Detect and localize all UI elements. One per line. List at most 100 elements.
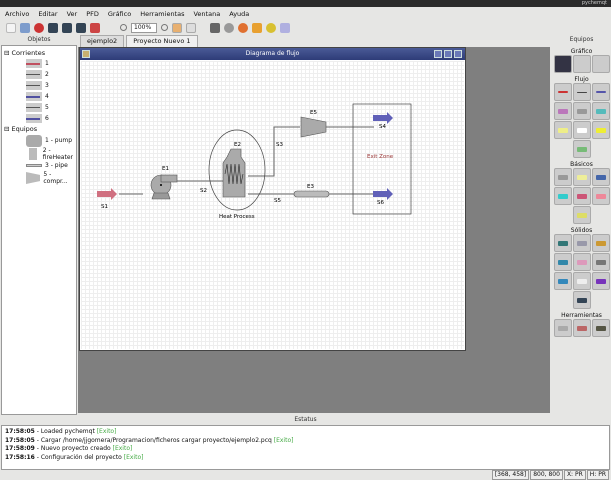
save-all-icon[interactable] <box>76 22 86 33</box>
menu-editar[interactable]: Editar <box>38 10 57 18</box>
crusher-icon[interactable] <box>553 272 572 290</box>
heat-exchanger-icon[interactable] <box>553 168 572 186</box>
menu-ayuda[interactable]: Ayuda <box>229 10 249 18</box>
divider-icon[interactable] <box>553 121 572 139</box>
zoom-input[interactable]: 100% <box>131 22 157 33</box>
fire-icon[interactable] <box>238 22 248 33</box>
tree-group-corrientes[interactable]: ⊟ Corrientes <box>4 48 74 58</box>
toolbar: 100% <box>0 20 611 35</box>
tree-item[interactable]: 3 - pipe <box>4 160 74 171</box>
item-label: 2 <box>45 71 49 78</box>
ellipse-tool-icon[interactable] <box>591 55 610 73</box>
subwindow-titlebar[interactable]: Diagrama de flujo <box>80 48 465 60</box>
heater-icon[interactable] <box>572 168 591 186</box>
pump-tool-icon[interactable] <box>553 187 572 205</box>
tool-cross-icon[interactable] <box>553 319 572 337</box>
cyclone-icon[interactable] <box>553 234 572 252</box>
select-icon[interactable] <box>186 22 196 33</box>
stream-icon <box>26 81 42 90</box>
flow-diagram-window: Diagrama de flujo S1 S2 S3 S4 S5 S6 E1 E… <box>79 47 466 351</box>
section-flujo: Flujo <box>574 76 589 83</box>
menu-pfd[interactable]: PFD <box>86 10 99 18</box>
tree-item[interactable]: 6 <box>4 113 74 124</box>
conveyor-icon[interactable] <box>572 291 591 309</box>
menu-herramientas[interactable]: Herramientas <box>140 10 184 18</box>
save-icon[interactable] <box>48 22 58 33</box>
tab-proyecto-nuevo-1[interactable]: Proyecto Nuevo 1 <box>126 35 198 47</box>
tree-item[interactable]: 1 - pump <box>4 134 74 147</box>
equipment-dock: Equipos Gráfico Flujo Básicos Sólidos He… <box>552 35 611 415</box>
valve-icon[interactable] <box>591 102 610 120</box>
stream-s4-arrow[interactable] <box>373 112 393 124</box>
app-icon <box>82 50 90 58</box>
tab-ejemplo2[interactable]: ejemplo2 <box>80 35 125 47</box>
reactor-icon[interactable] <box>572 206 591 224</box>
exit-icon[interactable] <box>90 22 100 33</box>
fireheater-e2[interactable] <box>222 148 246 198</box>
hopper-icon[interactable] <box>591 234 610 252</box>
stream-s6-arrow[interactable] <box>373 188 393 200</box>
save-as-icon[interactable] <box>62 22 72 33</box>
rectangle-tool-icon[interactable] <box>572 55 591 73</box>
tree-item[interactable]: 1 <box>4 58 74 69</box>
stream-icon[interactable] <box>572 83 591 101</box>
column-icon[interactable] <box>591 168 610 186</box>
sun-icon[interactable] <box>266 22 276 33</box>
pipe-tool-icon[interactable] <box>572 121 591 139</box>
diagram-canvas[interactable]: S1 S2 S3 S4 S5 S6 E1 E2 E3 E5 Heat Proce… <box>81 61 464 349</box>
menu-ventana[interactable]: Ventana <box>193 10 220 18</box>
menu-ver[interactable]: Ver <box>67 10 78 18</box>
open-icon[interactable] <box>20 22 30 33</box>
fit-icon[interactable] <box>172 22 182 33</box>
calculator-icon[interactable] <box>210 22 220 33</box>
zoom-in-icon[interactable] <box>161 24 168 31</box>
mill-icon[interactable] <box>572 272 591 290</box>
input-stream-icon[interactable] <box>553 83 572 101</box>
tree-item[interactable]: 2 <box>4 69 74 80</box>
box-icon[interactable] <box>252 22 262 33</box>
flash-icon[interactable] <box>591 121 610 139</box>
splitter-icon[interactable] <box>572 102 591 120</box>
minimize-button[interactable] <box>434 50 442 58</box>
stream-s3-line[interactable] <box>248 126 300 177</box>
tool-network-icon[interactable] <box>572 319 591 337</box>
heater-icon <box>29 147 37 160</box>
precipitator-icon[interactable] <box>591 272 610 290</box>
menu-archivo[interactable]: Archivo <box>5 10 29 18</box>
stream-s1-arrow[interactable] <box>97 188 117 200</box>
filter-icon[interactable] <box>572 234 591 252</box>
dryer-icon[interactable] <box>591 253 610 271</box>
compressor-e5[interactable] <box>300 116 327 138</box>
tool-camera-icon[interactable] <box>591 319 610 337</box>
tree-item[interactable]: 4 <box>4 91 74 102</box>
section-grafico: Gráfico <box>570 48 593 55</box>
tree-item[interactable]: 5 - compr... <box>4 171 74 185</box>
text-tool-icon[interactable] <box>553 55 572 73</box>
anchor-icon[interactable] <box>224 22 234 33</box>
separator-icon[interactable] <box>572 253 591 271</box>
connector-icon[interactable] <box>572 140 591 158</box>
tree-item[interactable]: 3 <box>4 80 74 91</box>
maximize-button[interactable] <box>444 50 452 58</box>
log-result: [Exito] <box>273 436 294 444</box>
output-stream-icon[interactable] <box>591 83 610 101</box>
zoom-out-icon[interactable] <box>120 24 127 31</box>
pump-e1[interactable] <box>150 174 178 200</box>
tree-item[interactable]: 5 <box>4 102 74 113</box>
mixer-icon[interactable] <box>553 102 572 120</box>
compressor-tool-icon[interactable] <box>572 187 591 205</box>
close-button[interactable] <box>454 50 462 58</box>
status-log: 17:58:05 - Loaded pychemqt [Exito] 17:58… <box>1 425 610 470</box>
turbine-icon[interactable] <box>591 187 610 205</box>
tree-group-equipos[interactable]: ⊟ Equipos <box>4 124 74 134</box>
graph-icon[interactable] <box>280 22 290 33</box>
scrubber-icon[interactable] <box>553 253 572 271</box>
pipe-e3[interactable] <box>293 190 330 198</box>
menu-grafico[interactable]: Gráfico <box>108 10 131 18</box>
close-project-icon[interactable] <box>34 22 44 33</box>
tree-item[interactable]: 2 - fireHeater <box>4 147 74 161</box>
section-basicos: Básicos <box>570 161 593 168</box>
new-file-icon[interactable] <box>6 22 16 33</box>
objects-tree[interactable]: ⊟ Corrientes 1 2 3 4 5 6 ⊟ Equipos 1 - p… <box>1 45 77 415</box>
objects-dock: Objetos ⊟ Corrientes 1 2 3 4 5 6 ⊟ Equip… <box>0 35 78 415</box>
